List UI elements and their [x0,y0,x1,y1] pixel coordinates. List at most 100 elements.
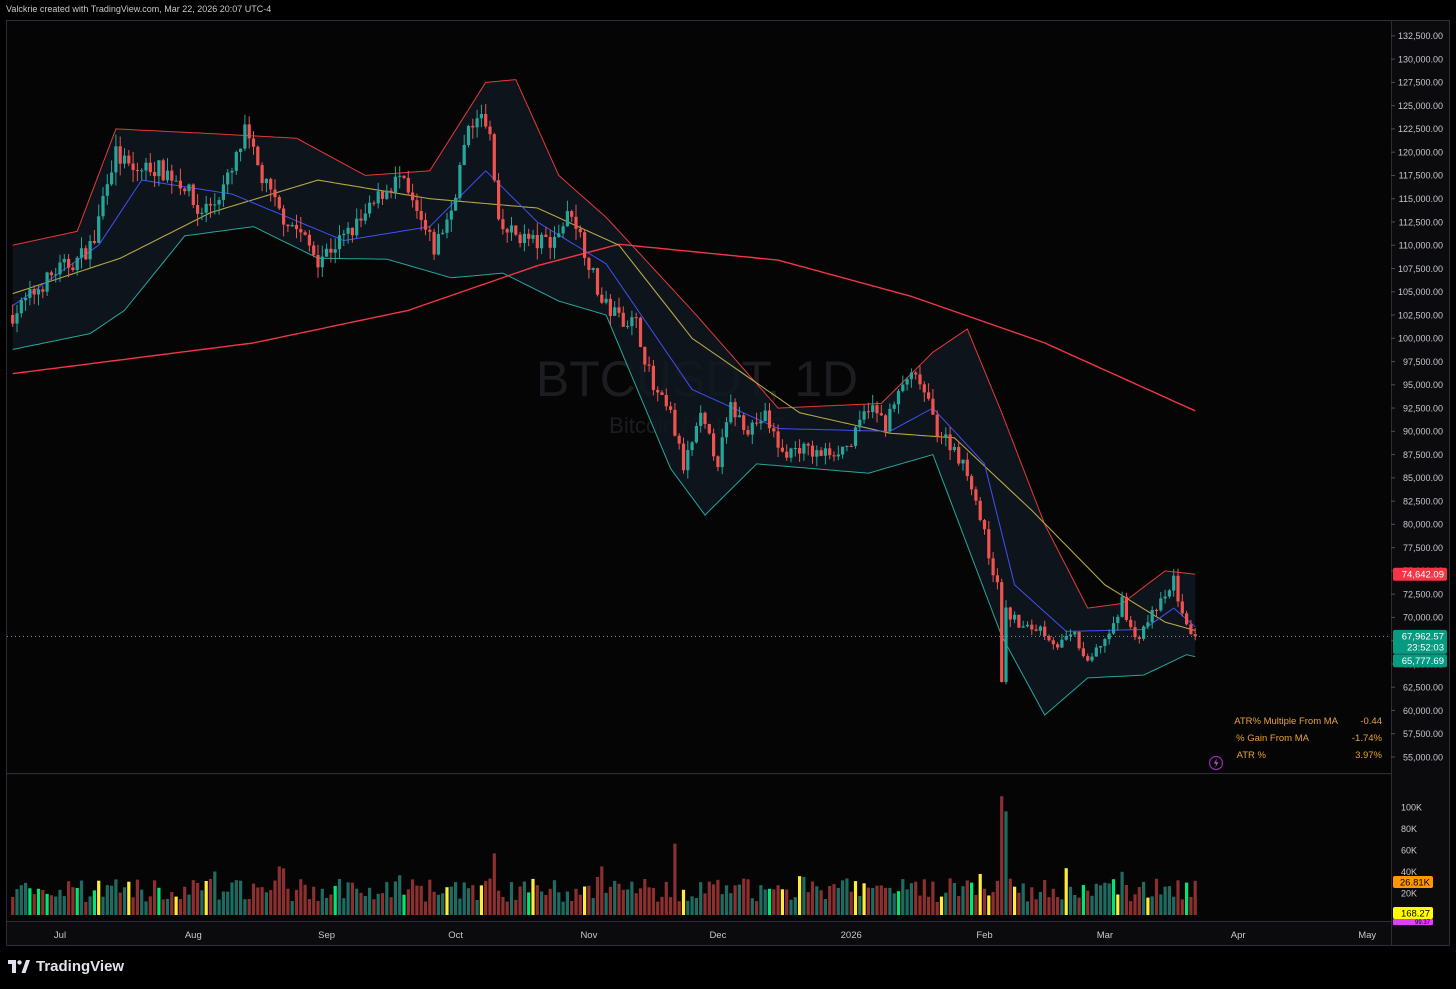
candle-body [729,402,733,423]
candle-body [905,379,909,385]
price-tick-label: 112,500.00 [1399,217,1443,227]
info-value-atr-percent: 3.97% [1355,750,1382,761]
volume-bar [1099,885,1103,915]
volume-bar [454,882,458,915]
price-tick-label: 72,500.00 [1403,589,1443,599]
volume-bar [333,885,337,915]
volume-bar [884,887,888,915]
volume-bar [875,885,879,915]
volume-bar [527,892,531,915]
candle-body [316,255,320,268]
volume-bar [914,881,918,915]
candle-body [286,224,290,227]
candle-body [247,124,251,139]
candle-body [333,249,337,253]
candle-body [269,178,273,190]
volume-bar [251,883,256,915]
candle-body [767,410,772,429]
candle-body [436,234,440,255]
volume-bar [28,888,32,915]
price-tick-label: 102,500.00 [1398,310,1443,320]
volume-bar [1004,811,1008,915]
candle-body [368,202,372,214]
tradingview-logo[interactable]: TradingView [8,958,124,975]
candle-body [604,298,608,303]
candle-body [591,268,595,270]
candle-body [527,233,531,239]
volume-bar [1107,883,1111,915]
volume-bar [144,901,148,915]
volume-bar [88,896,92,915]
candle-body [475,118,479,128]
candle-body [716,456,720,468]
candle-body [226,172,230,185]
footer: TradingView [0,946,1456,989]
volume-bar [247,899,251,915]
volume-bar [535,885,539,915]
volume-bar [703,893,707,915]
time-tick-label: May [1358,930,1376,941]
volume-bar [767,888,772,915]
price-tick-label: 107,500.00 [1398,264,1443,274]
candle-body [165,170,170,181]
volume-bar [651,887,655,915]
candle-body [707,424,711,434]
volume-bar [931,881,935,915]
candle-body [776,431,780,448]
volume-bar [600,866,604,915]
candle-body [518,234,522,243]
candle-body [957,446,961,464]
candle-body [67,258,71,268]
candle-body [1056,644,1060,648]
chart-canvas[interactable]: BTCUSDT, 1D Bitcoin / TetherUS 55,000.00… [7,21,1449,945]
price-tick-label: 55,000.00 [1403,752,1443,762]
candle-body [415,200,419,211]
price-tick-label: 132,500.00 [1398,31,1443,41]
candle-body [574,216,578,229]
candle-body [561,226,565,234]
candle-body [256,146,260,166]
volume-bar [71,887,75,915]
volume-bar [686,900,690,915]
volume-bar [613,880,617,915]
volume-bar [1021,883,1025,915]
volume-bar [84,902,88,915]
volume-bar [41,890,45,915]
volume-bar [823,899,827,915]
volume-bar [604,892,608,915]
candle-body [862,411,866,420]
volume-bar [570,901,574,915]
price-tick-label: 87,500.00 [1403,450,1443,460]
time-tick-label: Oct [448,930,463,941]
time-axis[interactable]: Jul Aug Sep Oct Nov Dec 2026 Feb Mar Apr May [54,930,1376,941]
candle-body [49,272,53,276]
candle-body [79,248,84,258]
volume-bar [243,899,247,915]
volume-bar [1038,891,1042,915]
volume-bar [346,882,350,915]
candle-body [239,148,243,153]
info-value-atr-multiple: -0.44 [1360,716,1382,727]
candle-body [385,190,389,199]
candle-body [952,446,956,451]
candle-body [221,184,225,200]
candle-body [36,289,41,295]
volume-bar [307,899,311,915]
candle-body [884,415,888,432]
volume-bar [1030,887,1034,915]
price-tick-label: 95,000.00 [1403,380,1443,390]
candle-body [1038,626,1042,631]
volume-bar [329,894,333,915]
volume-bar [92,890,96,915]
chart-frame[interactable]: BTCUSDT, 1D Bitcoin / TetherUS 55,000.00… [6,20,1450,946]
volume-bar [415,885,419,915]
volume-bar [802,876,806,915]
volume-bar [849,891,853,915]
candle-body [978,500,982,520]
volume-bar [785,889,789,915]
volume-bar [819,890,823,915]
volume-bar [484,880,488,915]
volume-bar [45,893,49,915]
volume-bar [419,885,423,915]
candle-body [1172,575,1176,591]
